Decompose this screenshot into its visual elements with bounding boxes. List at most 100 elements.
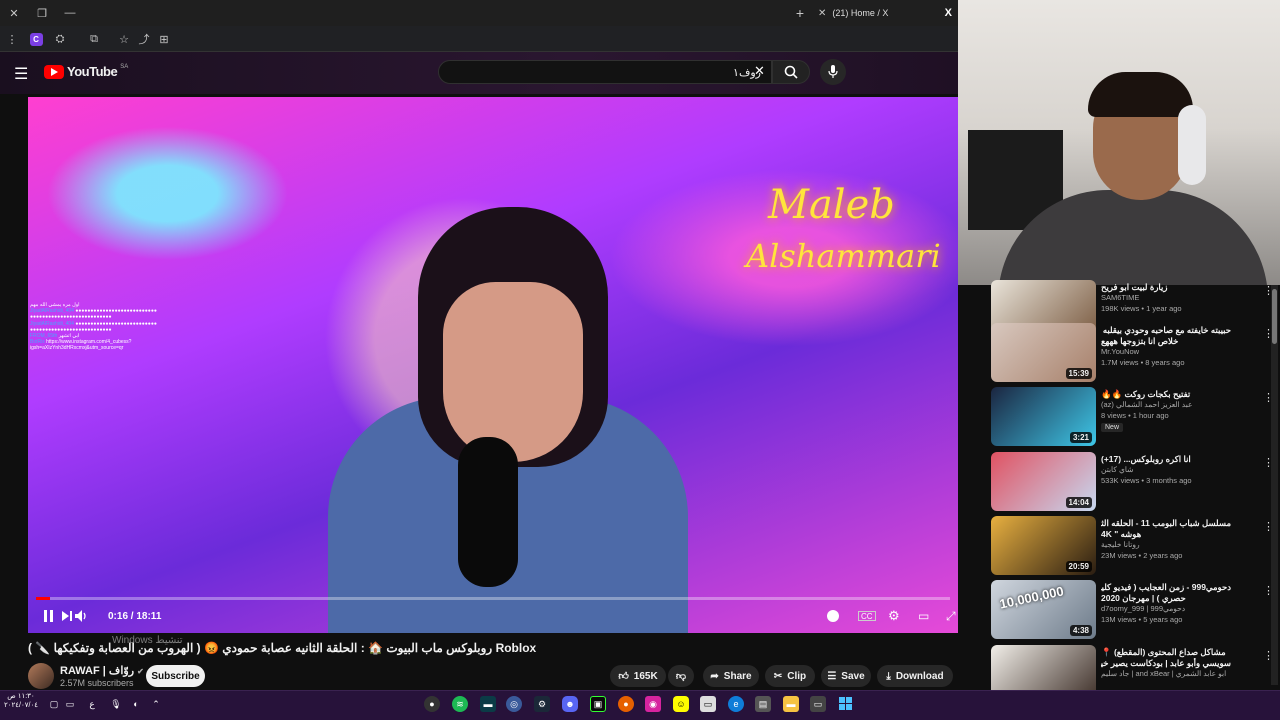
extension-icon[interactable]: ⛭ — [50, 26, 70, 52]
recommended-title-line2[interactable]: سويسي وأبو عابد | بودكاست يصير خير — [1101, 658, 1231, 669]
video-thumbnail[interactable]: 3:21 — [991, 387, 1096, 446]
share-button[interactable]: ➦ Share — [703, 665, 759, 687]
hamburger-menu-icon[interactable]: ☰ — [14, 64, 28, 84]
sidebar-scroll-thumb[interactable] — [1272, 289, 1277, 344]
dislike-button[interactable]: 👎︎ — [668, 665, 694, 687]
share-page-icon[interactable]: ⤴ — [134, 26, 154, 52]
menu-dots-icon[interactable]: ⋮ — [2, 26, 22, 52]
steam-icon[interactable]: ⚙ — [534, 696, 550, 712]
snapchat-icon[interactable]: ☺ — [673, 696, 689, 712]
video-microphone — [458, 437, 518, 587]
terminal-icon[interactable]: ▬ — [480, 696, 496, 712]
recommended-title[interactable]: دحومي999 - زمن العجايب ( فيديو كليب — [1101, 582, 1231, 593]
obs-icon[interactable]: ● — [424, 696, 440, 712]
firefox-icon[interactable]: ● — [618, 696, 634, 712]
microphone-tray-icon[interactable]: 🎙︎ — [108, 696, 124, 712]
discord-icon[interactable]: ☻ — [562, 696, 578, 712]
recommended-video[interactable]: 15:39 حبيبته خايفته مع صاحبه وحودي بيقلبه… — [991, 323, 1274, 383]
recommended-title-line2[interactable]: هوشه " 4K — [1101, 529, 1231, 540]
puzzle-icon[interactable]: ⧉ — [84, 26, 104, 52]
like-button[interactable]: 👍︎ 165K — [610, 665, 666, 687]
display-icon[interactable]: ▭ — [62, 696, 78, 712]
voice-search-button[interactable] — [820, 59, 846, 85]
region-code: SA — [120, 63, 129, 70]
clip-button[interactable]: ✂ Clip — [765, 665, 815, 687]
recommended-title[interactable]: انا اكره روبلوكس... (17+) — [1101, 454, 1231, 465]
recommended-channel[interactable]: شاي كابتن — [1101, 465, 1241, 474]
channel-name[interactable]: RAWAF | روّاف ✔ — [60, 664, 144, 677]
chrome-icon[interactable]: ◎ — [506, 696, 522, 712]
video-thumbnail[interactable]: 14:04 — [991, 452, 1096, 511]
thumbs-up-icon: 👍︎ — [618, 671, 629, 682]
recommended-channel[interactable]: روتانا خليجية — [1101, 540, 1241, 549]
video-progress-bar[interactable] — [36, 597, 950, 600]
recommended-title[interactable]: حبيبته خايفته مع صاحبه وحودي بيقلبه : — [1101, 325, 1231, 336]
video-thumbnail[interactable]: 20:59 — [991, 516, 1096, 575]
video-progress-fill — [36, 597, 50, 600]
tab-home-x[interactable]: ✕ (21) Home / X X — [812, 0, 958, 26]
video-thumbnail[interactable]: 10,000,000 4:38 — [991, 580, 1096, 639]
recommended-title-line2[interactable]: خلاص انا بتزوجها هههع — [1101, 336, 1231, 347]
recommended-channel[interactable]: جاد سليم | and xBear | ابو عابد الشمري — [1101, 669, 1241, 678]
edge-icon[interactable]: e — [728, 696, 744, 712]
share-icon: ➦ — [710, 670, 719, 682]
spotify-icon[interactable]: ≋ — [452, 696, 468, 712]
recommended-title[interactable]: مشاكل صداع المحتوى (المقطع) 📍 — [1101, 647, 1231, 658]
recommended-title[interactable]: مسلسل شباب البومب 11 - الحلقه الثامنة " — [1101, 518, 1231, 529]
volume-icon[interactable] — [72, 603, 92, 629]
keyboard-language[interactable]: ع — [84, 696, 100, 712]
tray-expand-icon[interactable]: ⌃ — [148, 696, 164, 712]
clear-search-icon[interactable]: ✕ — [754, 63, 765, 79]
recommended-channel[interactable]: Mr.YouNow — [1101, 347, 1241, 356]
recommended-channel[interactable]: SAM6TIME — [1101, 293, 1241, 302]
recommended-channel[interactable]: d7oomy_999 | دحومي999 — [1101, 604, 1241, 613]
app3-icon[interactable]: ▭ — [810, 696, 826, 712]
channel-avatar[interactable] — [28, 663, 54, 689]
recommended-video[interactable]: 14:04 انا اكره روبلوكس... (17+) شاي كابتن 5… — [991, 452, 1274, 512]
restore-icon[interactable]: ❐ — [32, 0, 52, 26]
chat-text: ●●●●●●●●●●●●●●●●●●●●●●●●●●● — [75, 320, 157, 327]
bookmark-star-icon[interactable]: ☆ — [114, 26, 134, 52]
recommended-title[interactable]: تفتيح بكجات روكت 🔥🔥 — [1101, 389, 1231, 400]
file-explorer-icon[interactable]: ▬ — [783, 696, 799, 712]
network-icon[interactable]: ◐ — [128, 696, 144, 712]
recommended-video[interactable]: 20:59 مسلسل شباب البومب 11 - الحلقه الثام… — [991, 516, 1274, 576]
search-button[interactable] — [772, 60, 810, 84]
instagram-icon[interactable]: ◉ — [645, 696, 661, 712]
tab-close-icon[interactable]: ✕ — [818, 8, 826, 19]
subtitles-icon[interactable]: CC — [858, 611, 876, 621]
settings-gear-icon[interactable]: ⚙ — [888, 603, 900, 629]
close-window-icon[interactable]: ✕ — [4, 0, 24, 26]
video-player[interactable]: Maleb Alshammari اول مره يمشي الله مهم Ji… — [28, 97, 958, 633]
minimize-icon[interactable]: — — [60, 0, 80, 26]
search-input[interactable]: روف١ — [438, 60, 772, 84]
video-thumbnail[interactable]: 15:39 — [991, 323, 1096, 382]
pause-icon[interactable] — [40, 603, 58, 629]
x-logo-icon: X — [944, 7, 952, 19]
app-icon[interactable]: ▭ — [700, 696, 716, 712]
translate-icon[interactable]: ⊞ — [154, 26, 174, 52]
app2-icon[interactable]: ▤ — [755, 696, 771, 712]
webcam-streamer-hair — [1088, 72, 1193, 117]
taskbar-clock[interactable]: ١١:٣٠ ص ٢٠٢٤/٠٧/٠٤ — [4, 692, 38, 710]
recommended-meta: 198K views • 1 year ago — [1101, 304, 1182, 313]
sidebar-scrollbar[interactable] — [1271, 285, 1278, 685]
fullscreen-icon[interactable]: ⤢ — [946, 603, 956, 629]
recommended-video[interactable]: 3:21 تفتيح بكجات روكت 🔥🔥 (az) عبد العزيز ا… — [991, 387, 1274, 447]
subscribe-button[interactable]: Subscribe — [146, 665, 205, 687]
recommended-video[interactable]: 10,000,000 4:38 دحومي999 - زمن العجايب ( ف… — [991, 580, 1274, 640]
download-button[interactable]: ⤓ Download — [877, 665, 953, 687]
save-button[interactable]: ☰ Save — [821, 665, 871, 687]
recommended-channel[interactable]: (az) عبد العزيز احمد الشمالي — [1101, 400, 1241, 409]
extension-c-icon[interactable]: C — [26, 26, 46, 52]
new-tab-icon[interactable]: + — [790, 0, 810, 26]
recommended-title[interactable]: زيارة لبيت ابو فريح — [1101, 282, 1231, 293]
notification-icon[interactable]: ▢ — [46, 696, 62, 712]
windows-start-icon[interactable] — [838, 696, 854, 712]
recommended-title-line2[interactable]: حصري ) | مهرجان 2020 — [1101, 593, 1231, 604]
youtube-play-icon — [44, 64, 64, 79]
theater-mode-icon[interactable]: ▭ — [918, 603, 929, 629]
youtube-logo[interactable]: YouTube SA — [44, 64, 128, 79]
nvidia-icon[interactable]: ▣ — [590, 696, 606, 712]
autoplay-toggle[interactable] — [826, 603, 840, 629]
